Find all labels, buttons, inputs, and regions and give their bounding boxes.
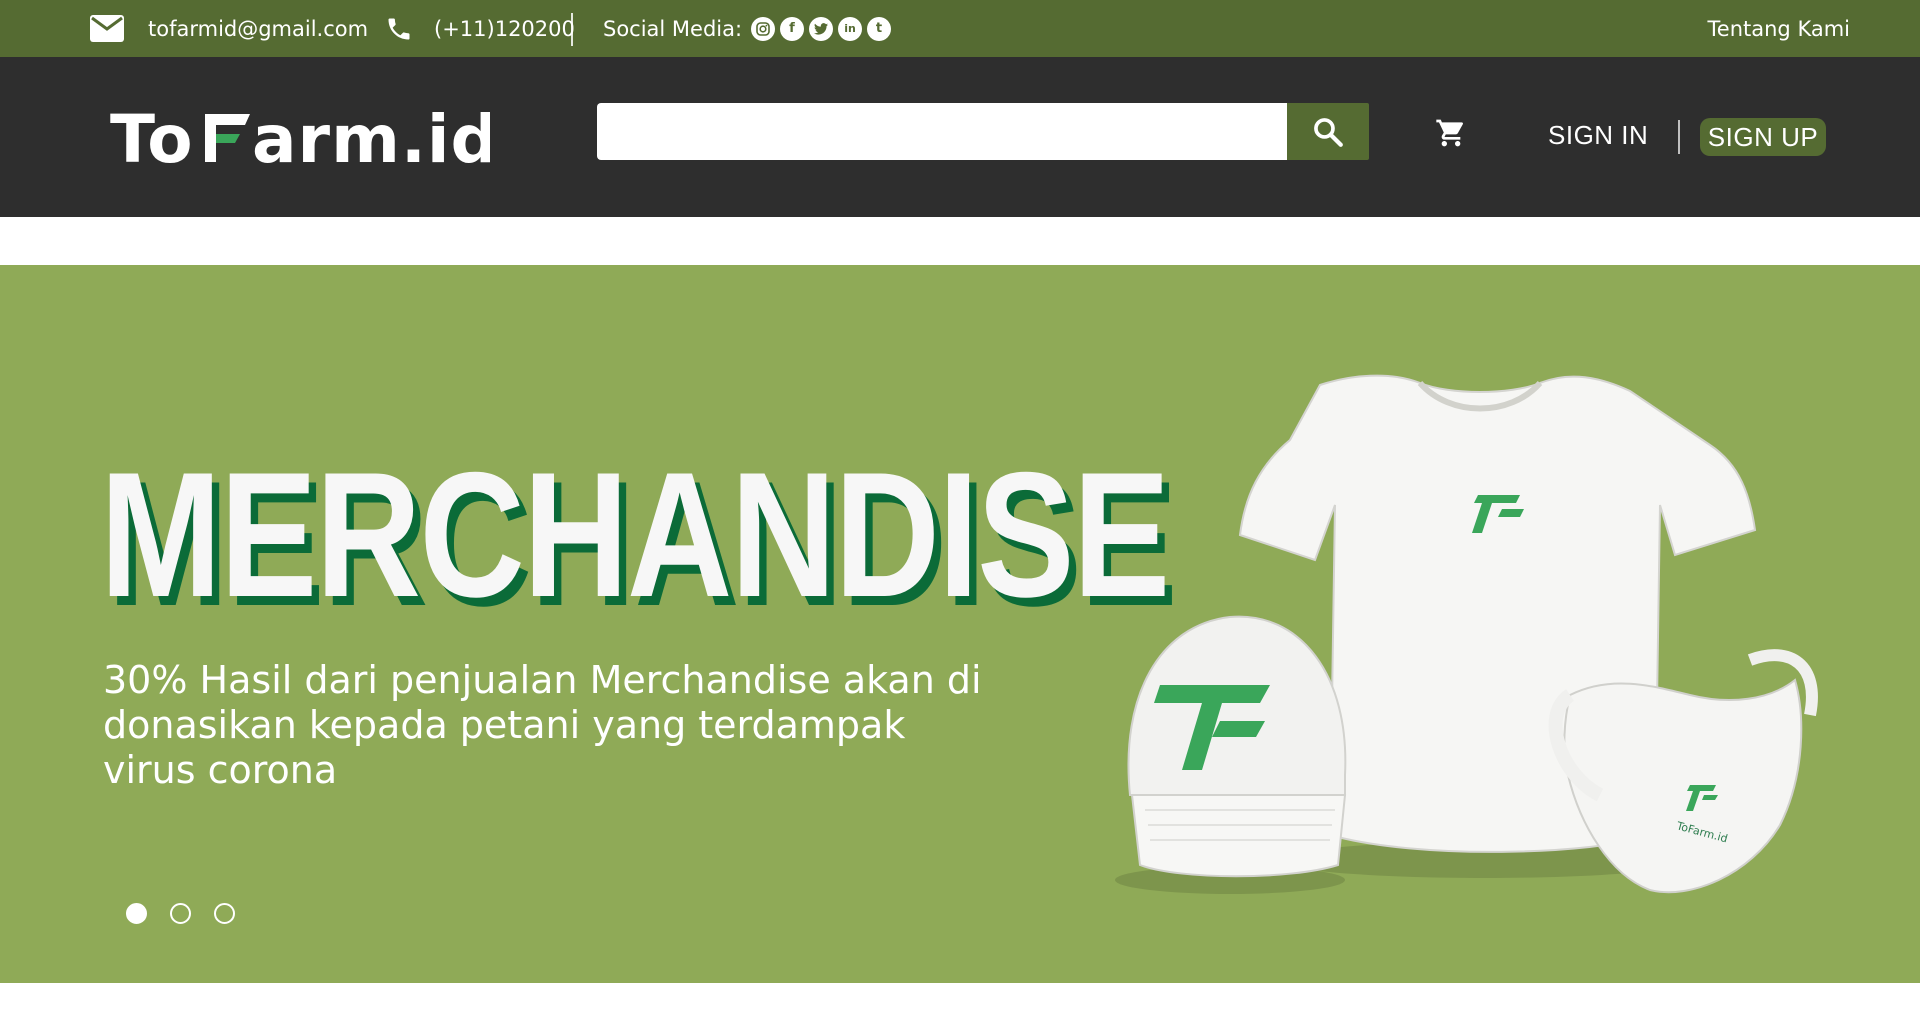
topbar-divider: [571, 13, 573, 46]
hero-banner[interactable]: MERCHANDISE 30% Hasil dari penjualan Mer…: [0, 265, 1920, 983]
search-icon: [1314, 117, 1343, 147]
top-info-bar: tofarmid@gmail.com (+11)120200 Social Me…: [0, 0, 1920, 57]
cart-icon[interactable]: [1433, 115, 1469, 151]
social-icons: f in t: [751, 0, 891, 57]
search-input[interactable]: [597, 103, 1287, 160]
tumblr-icon[interactable]: t: [867, 16, 891, 41]
social-media-label: Social Media:: [603, 16, 743, 41]
carousel-dot-1[interactable]: [126, 903, 147, 924]
contact-phone[interactable]: (+11)120200: [434, 0, 575, 57]
svg-text:To: To: [110, 101, 194, 178]
brand-logo[interactable]: To arm.id: [110, 93, 490, 183]
twitter-icon[interactable]: [809, 16, 833, 41]
main-header: To arm.id SIGN IN SIGN UP: [0, 57, 1920, 217]
sign-up-button[interactable]: SIGN UP: [1700, 118, 1826, 156]
contact-email[interactable]: tofarmid@gmail.com: [148, 0, 368, 57]
carousel-dots: [126, 903, 235, 924]
hero-subtitle: 30% Hasil dari penjualan Merchandise aka…: [103, 658, 982, 792]
search-button[interactable]: [1287, 103, 1369, 160]
svg-text:arm.id: arm.id: [252, 101, 490, 178]
carousel-dot-2[interactable]: [170, 903, 191, 924]
search-bar: [597, 103, 1369, 160]
about-us-link[interactable]: Tentang Kami: [1708, 0, 1850, 57]
hero-title: MERCHANDISE: [100, 435, 1170, 634]
mail-icon: [90, 0, 124, 57]
header-divider: [1678, 120, 1680, 154]
phone-icon: [385, 0, 413, 57]
instagram-icon[interactable]: [751, 16, 775, 41]
logo-wordmark: To arm.id: [110, 101, 490, 178]
facebook-icon[interactable]: f: [780, 16, 804, 41]
merchandise-image: ToFarm.id: [1115, 374, 1818, 894]
linkedin-icon[interactable]: in: [838, 16, 862, 41]
carousel-dot-3[interactable]: [214, 903, 235, 924]
sign-in-link[interactable]: SIGN IN: [1548, 119, 1648, 151]
